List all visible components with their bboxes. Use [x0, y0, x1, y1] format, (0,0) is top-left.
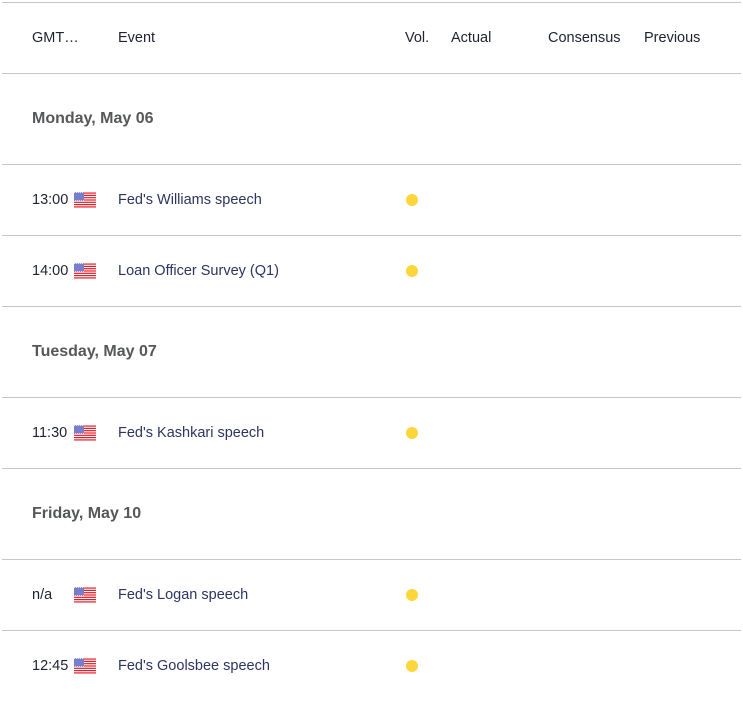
day-header-row: Tuesday, May 07 — [2, 306, 741, 397]
column-header-gmt[interactable]: GMT… — [32, 30, 79, 46]
event-row[interactable]: n/a Fed's Logan speech — [2, 559, 741, 630]
volatility-low-icon — [406, 194, 418, 206]
event-row[interactable]: 14:00 Loan Officer Survey (Q1) — [2, 235, 741, 306]
day-label: Monday, May 06 — [32, 110, 154, 127]
event-time: 12:45 — [32, 658, 69, 674]
event-name[interactable]: Loan Officer Survey (Q1) — [118, 263, 279, 279]
us-flag-icon — [74, 263, 96, 279]
column-header-volatility: Vol. — [405, 30, 430, 46]
us-flag-icon — [74, 658, 96, 674]
event-time: n/a — [32, 587, 53, 603]
event-name[interactable]: Fed's Goolsbee speech — [118, 658, 270, 674]
economic-calendar-table: GMT… Event Vol. Actual Consensus Previou… — [2, 2, 741, 701]
event-time: 13:00 — [32, 192, 69, 208]
event-row[interactable]: 13:00 Fed's Williams speech — [2, 164, 741, 235]
event-name[interactable]: Fed's Logan speech — [118, 587, 248, 603]
day-header-row: Monday, May 06 — [2, 73, 741, 164]
volatility-low-icon — [406, 265, 418, 277]
us-flag-icon — [74, 192, 96, 208]
table-header: GMT… Event Vol. Actual Consensus Previou… — [2, 2, 741, 73]
us-flag-icon — [74, 425, 96, 441]
event-row[interactable]: 12:45 Fed's Goolsbee speech — [2, 630, 741, 701]
column-header-consensus: Consensus — [548, 30, 621, 46]
day-label: Friday, May 10 — [32, 505, 142, 522]
volatility-low-icon — [406, 427, 418, 439]
event-row[interactable]: 11:30 Fed's Kashkari speech — [2, 397, 741, 468]
event-name[interactable]: Fed's Williams speech — [118, 192, 262, 208]
volatility-low-icon — [406, 660, 418, 672]
day-label: Tuesday, May 07 — [32, 343, 157, 360]
column-header-actual: Actual — [451, 30, 492, 46]
event-name[interactable]: Fed's Kashkari speech — [118, 425, 264, 441]
column-header-event: Event — [118, 30, 156, 46]
column-header-previous: Previous — [644, 30, 701, 46]
volatility-low-icon — [406, 589, 418, 601]
event-time: 14:00 — [32, 263, 69, 279]
event-time: 11:30 — [32, 425, 68, 441]
day-header-row: Friday, May 10 — [2, 468, 741, 559]
us-flag-icon — [74, 587, 96, 603]
